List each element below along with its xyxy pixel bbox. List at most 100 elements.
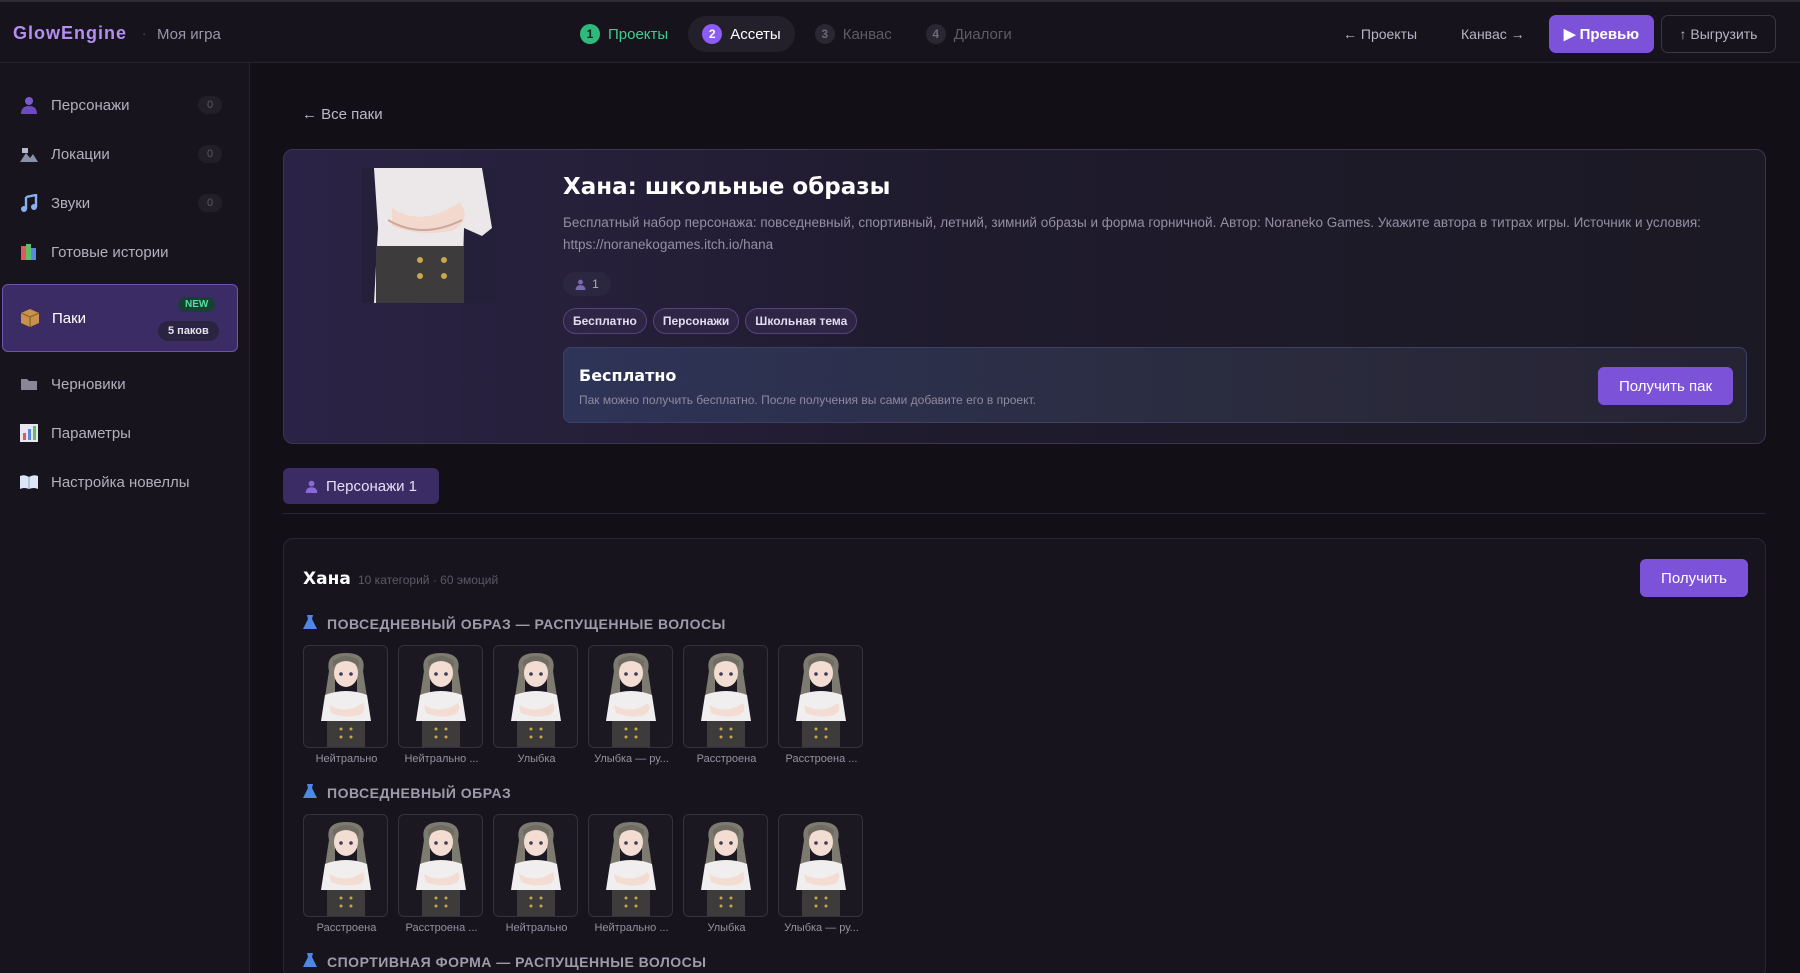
all-packs-back-link[interactable]: ← Все паки [302,106,383,123]
emotion-label: Нейтрально [315,753,378,765]
emotion-label: Нейтрально [505,922,568,934]
step-projects[interactable]: 1 Проекты [566,16,682,52]
step-label: Диалоги [953,25,1012,43]
top-bar: GlowEngine · Моя игра 1 Проекты 2 Ассеты… [0,0,1800,63]
box-icon [19,307,41,329]
sprite-image [588,814,673,917]
sprite-image [303,645,388,748]
books-icon [18,241,40,263]
bar-chart-icon [18,422,40,444]
category-title-text: СПОРТИВНАЯ ФОРМА — РАСПУЩЕННЫЕ ВОЛОСЫ [327,953,707,970]
step-number: 2 [702,24,723,44]
sidebar-item-label: Настройка новеллы [51,473,190,491]
emotion-thumbnail[interactable]: Расстроена ... [398,814,485,934]
sprite-image [398,814,483,917]
preview-button[interactable]: ▶ Превью [1549,15,1654,53]
dress-icon [303,784,317,801]
emotion-thumbnail[interactable]: Расстроена [683,645,770,765]
sidebar-item-sounds[interactable]: Звуки 0 [0,183,250,223]
category-title: ПОВСЕДНЕВНЫЙ ОБРАЗ — РАСПУЩЕННЫЕ ВОЛОСЫ [303,615,726,632]
get-pack-button[interactable]: Получить пак [1598,367,1733,405]
step-number: 1 [580,24,600,44]
emotion-thumbnail[interactable]: Нейтрально [493,814,580,934]
tab-divider [283,513,1766,514]
tab-characters[interactable]: Персонажи 1 [283,468,439,504]
step-label: Ассеты [730,25,781,43]
emotion-thumbnail[interactable]: Нейтрально ... [398,645,485,765]
emotion-label: Улыбка [707,922,746,934]
project-name: Моя игра [157,26,221,43]
sidebar-item-label: Черновики [51,375,126,393]
emotion-grid: Расстроена Расстроена ... Нейтрально Ней… [303,814,873,934]
emotion-label: Улыбка — ру... [594,753,669,765]
emotion-thumbnail[interactable]: Расстроена ... [778,645,865,765]
export-button[interactable]: ↑ Выгрузить [1661,15,1776,53]
emotion-label: Расстроена ... [405,922,478,934]
emotion-thumbnail[interactable]: Улыбка — ру... [778,814,865,934]
sidebar-item-label: Персонажи [51,96,130,114]
sidebar-item-ready-stories[interactable]: Готовые истории [0,232,250,272]
free-offer-title: Бесплатно [579,366,677,385]
emotion-thumbnail[interactable]: Расстроена [303,814,390,934]
emotion-thumbnail[interactable]: Улыбка [683,814,770,934]
step-dialogs[interactable]: 4 Диалоги [912,16,1026,52]
count-badge: 0 [198,96,222,114]
get-character-button[interactable]: Получить [1640,559,1748,597]
category-title-text: ПОВСЕДНЕВНЫЙ ОБРАЗ — РАСПУЩЕННЫЕ ВОЛОСЫ [327,615,726,632]
wizard-steps: 1 Проекты 2 Ассеты 3 Канвас 4 Диалоги [566,16,1032,52]
character-card: Хана 10 категорий · 60 эмоций Получить П… [283,538,1766,973]
count-badge: 0 [198,145,222,163]
tag-free: Бесплатно [563,308,647,334]
sprite-image [398,645,483,748]
emotion-label: Улыбка — ру... [784,922,859,934]
person-icon [18,94,40,116]
step-number: 4 [925,24,946,44]
emotion-thumbnail[interactable]: Нейтрально ... [588,814,675,934]
packs-count-badge: 5 паков [158,321,219,341]
person-icon [305,480,318,493]
step-label: Канвас [842,25,892,43]
app-logo[interactable]: GlowEngine [13,23,127,44]
emotion-label: Расстроена ... [785,753,858,765]
step-canvas[interactable]: 3 Канвас [801,16,906,52]
step-label: Проекты [608,25,669,43]
location-icon [18,143,40,165]
sidebar-item-label: Готовые истории [51,243,169,261]
sidebar-item-parameters[interactable]: Параметры [0,413,250,453]
book-icon [18,471,40,493]
sprite-image [493,814,578,917]
category-title-text: ПОВСЕДНЕВНЫЙ ОБРАЗ [327,784,512,801]
count-badge: 0 [198,194,222,212]
step-assets[interactable]: 2 Ассеты [688,16,795,52]
sidebar-item-drafts[interactable]: Черновики [0,364,250,404]
category-title: СПОРТИВНАЯ ФОРМА — РАСПУЩЕННЫЕ ВОЛОСЫ [303,953,707,970]
pack-tags: Бесплатно Персонажи Школьная тема [563,308,863,334]
emotion-thumbnail[interactable]: Нейтрально [303,645,390,765]
emotion-label: Улыбка [517,753,556,765]
emotion-label: Нейтрально ... [404,753,479,765]
tag-characters: Персонажи [652,308,740,334]
back-to-projects-link[interactable]: ← Проекты [1343,26,1417,42]
sidebar-item-characters[interactable]: Персонажи 0 [0,85,250,125]
character-meta: 10 категорий · 60 эмоций [358,573,499,587]
emotion-thumbnail[interactable]: Улыбка — ру... [588,645,675,765]
sidebar-item-locations[interactable]: Локации 0 [0,134,250,174]
pack-hero-card: Хана: школьные образы Бесплатный набор п… [283,149,1766,444]
sprite-image [683,645,768,748]
step-number: 3 [814,24,835,44]
dress-icon [303,615,317,632]
sprite-image [303,814,388,917]
sidebar-item-packs[interactable]: Паки NEW 5 паков [2,284,238,352]
emotion-label: Нейтрально ... [594,922,669,934]
pack-cover-image [362,168,497,303]
emotion-label: Расстроена [316,922,377,934]
free-offer-subtitle: Пак можно получить бесплатно. После полу… [579,393,1036,407]
emotion-thumbnail[interactable]: Улыбка [493,645,580,765]
forward-to-canvas-link[interactable]: Канвас → [1461,26,1525,42]
sprite-image [778,814,863,917]
person-icon [575,279,586,290]
sidebar-item-novel-settings[interactable]: Настройка новеллы [0,462,250,502]
sprite-image [588,645,673,748]
title-separator: · [142,26,147,41]
pack-title: Хана: школьные образы [563,174,891,200]
